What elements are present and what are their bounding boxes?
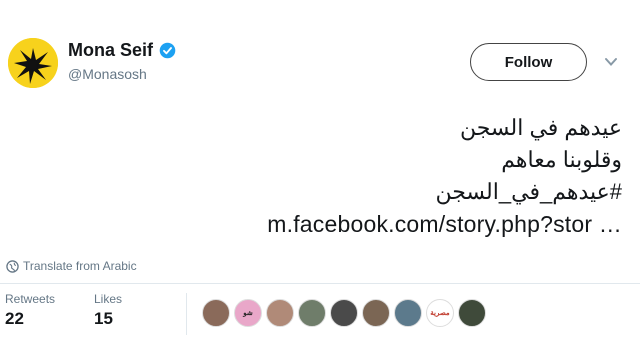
liker-avatar-label: شو [243, 310, 253, 317]
liker-avatar[interactable]: شو [234, 299, 262, 327]
tweet-line-1: عيدهم في السجن [459, 115, 622, 140]
liker-avatar-label: مصرية [430, 310, 450, 317]
translate-label: Translate from Arabic [23, 259, 137, 273]
likes-label: Likes [94, 292, 123, 306]
tweet-text: عيدهم في السجن وقلوبنا معاهم #عيدهم_في_ا… [62, 112, 622, 240]
chevron-down-icon[interactable] [604, 55, 618, 69]
liker-avatar[interactable] [266, 299, 294, 327]
verified-badge-icon [159, 42, 176, 59]
display-name[interactable]: Mona Seif [68, 40, 153, 61]
hashtag-link[interactable]: #عيدهم_في_السجن [62, 176, 622, 208]
translate-link[interactable]: Translate from Arabic [6, 259, 137, 273]
retweets-label: Retweets [5, 292, 56, 306]
retweets-count: 22 [5, 309, 24, 328]
user-handle[interactable]: @Monasosh [68, 66, 147, 82]
liker-avatar[interactable] [458, 299, 486, 327]
liker-avatar[interactable]: مصرية [426, 299, 454, 327]
stats-separator [186, 293, 187, 335]
liker-avatar[interactable] [202, 299, 230, 327]
likers-avatars: شو مصرية [202, 299, 486, 327]
follow-button[interactable]: Follow [470, 43, 587, 81]
avatar[interactable] [8, 38, 58, 88]
globe-icon [6, 259, 19, 273]
divider [0, 283, 640, 284]
user-name-row: Mona Seif [68, 40, 176, 61]
tweet-line-2: وقلوبنا معاهم [501, 147, 622, 172]
facebook-link[interactable]: m.facebook.com/story.php?stor … [62, 208, 622, 240]
liker-avatar[interactable] [362, 299, 390, 327]
liker-avatar[interactable] [394, 299, 422, 327]
avatar-image [8, 38, 58, 88]
liker-avatar[interactable] [330, 299, 358, 327]
likes-stat[interactable]: Likes 15 [94, 292, 122, 329]
liker-avatar[interactable] [298, 299, 326, 327]
likes-count: 15 [94, 309, 113, 328]
retweets-stat[interactable]: Retweets 22 [5, 292, 55, 329]
